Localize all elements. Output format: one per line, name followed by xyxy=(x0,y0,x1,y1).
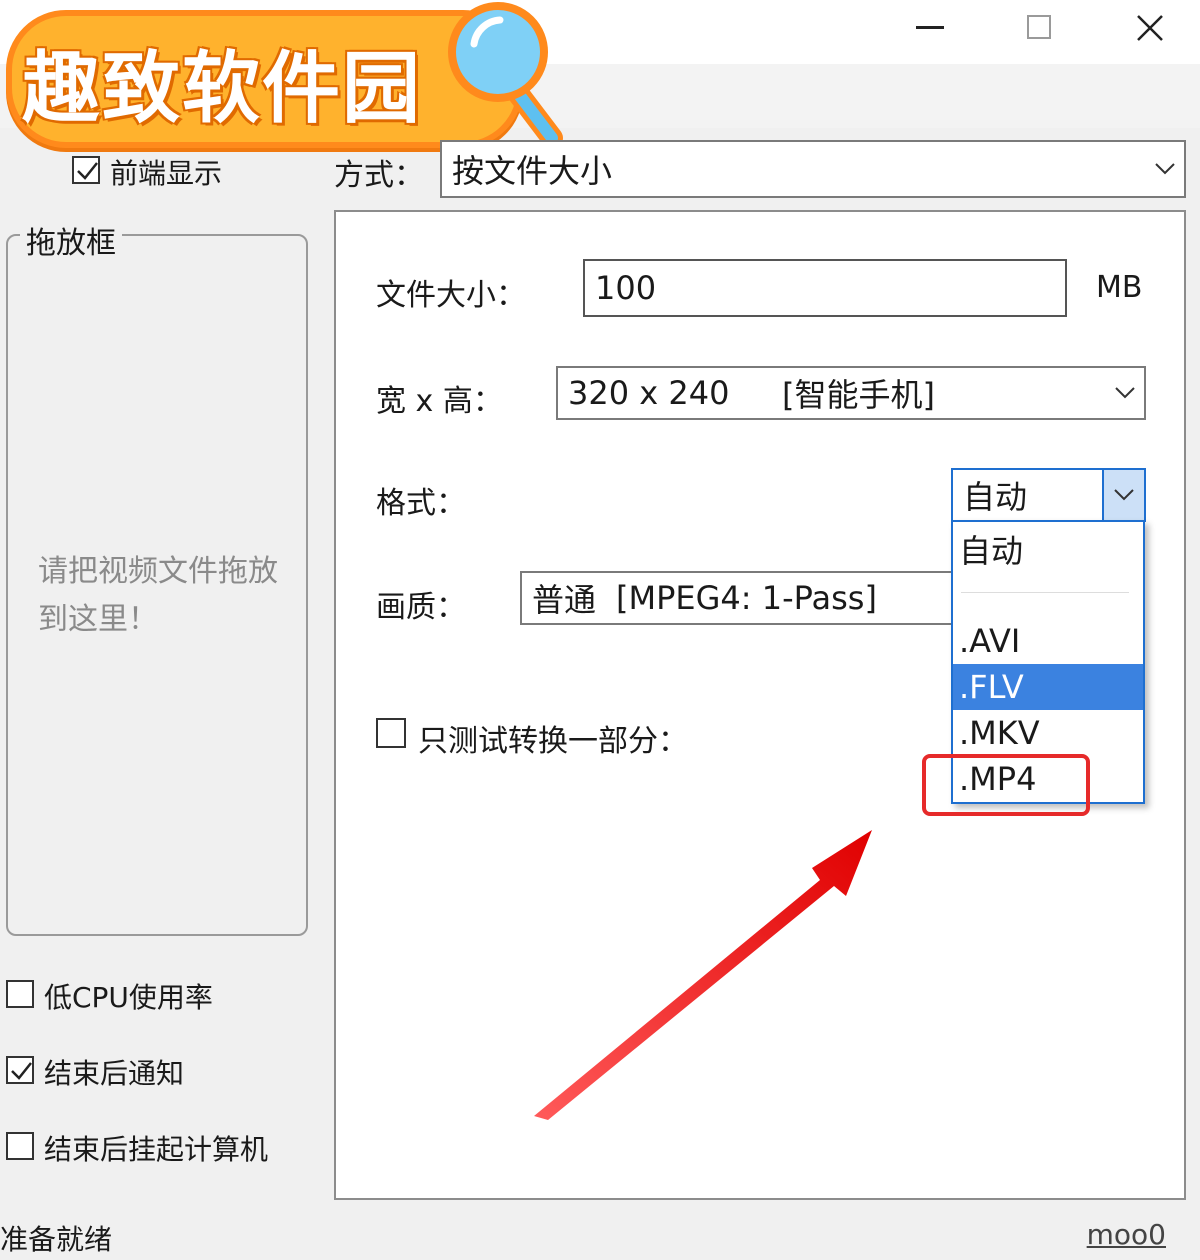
dimension-label: 宽 x 高： xyxy=(376,384,503,419)
test-partial-checkbox[interactable] xyxy=(376,718,406,748)
test-partial-label: 只测试转换一部分： xyxy=(418,724,688,759)
watermark-logo: 趣致软件园 xyxy=(0,0,580,150)
dimension-value: 320 x 240 xyxy=(568,374,730,412)
format-label: 格式： xyxy=(376,486,466,521)
close-button[interactable] xyxy=(1100,0,1200,56)
quality-note: [MPEG4: 1-Pass] xyxy=(616,579,877,617)
format-option-avi[interactable]: .AVI xyxy=(953,618,1143,664)
format-dropdown-button[interactable] xyxy=(1102,470,1144,520)
format-value: 自动 xyxy=(963,478,1028,516)
format-option-auto[interactable]: 自动 xyxy=(953,528,1143,574)
maximize-icon xyxy=(1027,15,1051,39)
quality-select[interactable]: 普通 [MPEG4: 1-Pass] xyxy=(520,571,1020,625)
mode-select[interactable]: 按文件大小 xyxy=(440,140,1186,198)
mode-value: 按文件大小 xyxy=(452,152,613,190)
topmost-checkbox[interactable] xyxy=(72,156,100,184)
notify-checkbox[interactable] xyxy=(6,1056,34,1084)
minimize-icon xyxy=(916,26,944,29)
quality-value: 普通 xyxy=(532,581,597,619)
moo0-link[interactable]: moo0 xyxy=(1087,1218,1166,1251)
chevron-down-icon xyxy=(1115,387,1135,399)
format-select[interactable]: 自动 xyxy=(951,468,1146,522)
chevron-down-icon xyxy=(1155,163,1175,175)
drop-hint: 请把视频文件拖放到这里！ xyxy=(38,554,278,637)
minimize-button[interactable] xyxy=(880,0,980,56)
filesize-input[interactable]: 100 xyxy=(583,259,1067,317)
suspend-label: 结束后挂起计算机 xyxy=(44,1133,269,1166)
filesize-label: 文件大小： xyxy=(376,278,526,313)
low-cpu-checkbox[interactable] xyxy=(6,980,34,1008)
status-text: 准备就绪 xyxy=(0,1223,113,1256)
maximize-button[interactable] xyxy=(990,0,1090,56)
logo-text: 趣致软件园 xyxy=(22,44,423,134)
suspend-checkbox[interactable] xyxy=(6,1132,34,1160)
format-option-flv[interactable]: .FLV xyxy=(953,664,1143,710)
close-icon xyxy=(1137,15,1163,41)
checkmark-icon xyxy=(77,162,98,180)
topmost-label: 前端显示 xyxy=(110,157,223,190)
notify-label: 结束后通知 xyxy=(44,1057,185,1090)
chevron-down-icon xyxy=(1114,489,1134,501)
drop-box-title: 拖放框 xyxy=(20,218,122,262)
format-option-mkv[interactable]: .MKV xyxy=(953,710,1143,756)
highlight-box xyxy=(922,754,1090,816)
filesize-value: 100 xyxy=(595,269,657,307)
dimension-select[interactable]: 320 x 240 [智能手机] xyxy=(556,366,1146,420)
mode-label: 方式： xyxy=(334,158,424,193)
status-bar: 准备就绪 moo0 xyxy=(0,1214,1200,1260)
low-cpu-label: 低CPU使用率 xyxy=(44,981,213,1014)
dimension-note: [智能手机] xyxy=(782,376,935,414)
checkmark-icon xyxy=(11,1062,32,1080)
filesize-unit: MB xyxy=(1096,270,1143,305)
menu-divider xyxy=(961,592,1129,593)
annotation-arrow-icon xyxy=(534,830,872,1120)
quality-label: 画质： xyxy=(376,590,466,625)
magnifier-icon xyxy=(448,2,563,149)
